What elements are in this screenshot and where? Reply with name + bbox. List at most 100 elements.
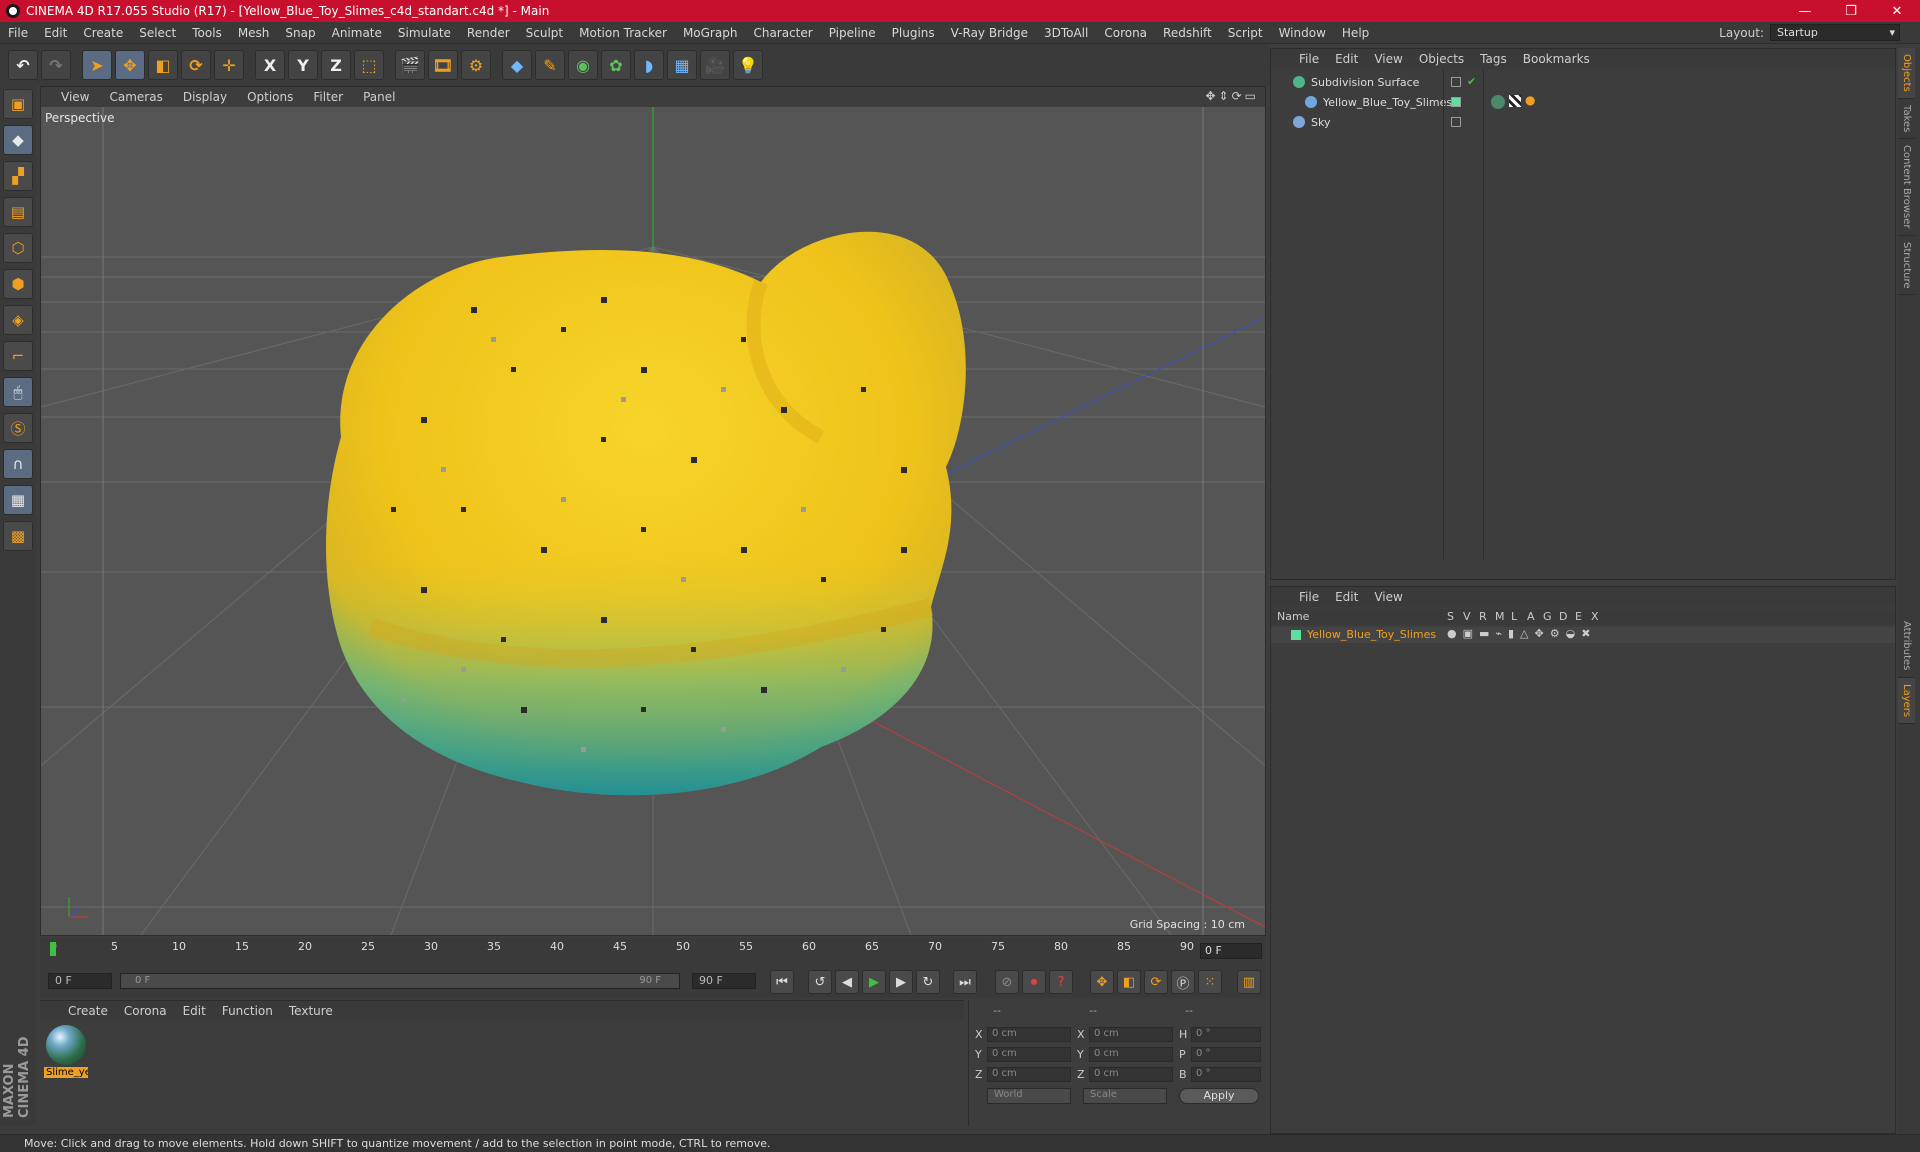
- menu-redshift[interactable]: Redshift: [1155, 26, 1220, 40]
- undo-icon[interactable]: ↶: [8, 50, 38, 80]
- auto-keying-icon[interactable]: ⏺: [1022, 970, 1046, 994]
- menu-character[interactable]: Character: [745, 26, 820, 40]
- menu-render[interactable]: Render: [459, 26, 518, 40]
- planar-workplane-icon[interactable]: ▩: [3, 521, 33, 551]
- camera-icon[interactable]: 🎥: [700, 50, 730, 80]
- material-menu-texture[interactable]: Texture: [281, 1004, 341, 1018]
- object-row-subdivision-surface[interactable]: Subdivision Surface: [1271, 73, 1895, 91]
- layer-col-deformers[interactable]: D: [1559, 610, 1567, 623]
- tab-content-browser[interactable]: Content Browser: [1898, 139, 1915, 236]
- menu-mograph[interactable]: MoGraph: [675, 26, 746, 40]
- coord-system-icon[interactable]: ⬚: [354, 50, 384, 80]
- objects-menu-file[interactable]: File: [1291, 52, 1327, 66]
- menu-create[interactable]: Create: [75, 26, 131, 40]
- workplane-icon[interactable]: ▤: [3, 197, 33, 227]
- subdivision-icon[interactable]: ◉: [568, 50, 598, 80]
- magnet-icon[interactable]: ∩: [3, 449, 33, 479]
- menu-snap[interactable]: Snap: [277, 26, 323, 40]
- layers-menu-view[interactable]: View: [1366, 590, 1410, 604]
- objects-menu-tags[interactable]: Tags: [1472, 52, 1515, 66]
- layer-col-animation[interactable]: A: [1527, 610, 1535, 623]
- menu-corona[interactable]: Corona: [1096, 26, 1155, 40]
- axis-mode-icon[interactable]: ⌐: [3, 341, 33, 371]
- perspective-viewport[interactable]: View Cameras Display Options Filter Pane…: [40, 86, 1266, 936]
- layer-col-name[interactable]: Name: [1277, 610, 1309, 623]
- size-mode-select[interactable]: Scale: [1083, 1088, 1167, 1104]
- model-mode-icon[interactable]: ◆: [3, 125, 33, 155]
- layer-flags-icons[interactable]: ●▣▬⌁▮△✥⚙◒✖: [1447, 627, 1596, 640]
- rotation-h-field[interactable]: 0 °: [1191, 1026, 1261, 1042]
- menu-sculpt[interactable]: Sculpt: [518, 26, 571, 40]
- tab-structure[interactable]: Structure: [1898, 236, 1915, 296]
- viewport-menu-display[interactable]: Display: [173, 90, 237, 104]
- render-view-icon[interactable]: 🎬: [395, 50, 425, 80]
- menu-window[interactable]: Window: [1271, 26, 1334, 40]
- snap-icon[interactable]: Ⓢ: [3, 413, 33, 443]
- position-z-field[interactable]: 0 cm: [987, 1066, 1071, 1082]
- layer-col-solo[interactable]: S: [1447, 610, 1454, 623]
- menu-pipeline[interactable]: Pipeline: [821, 26, 884, 40]
- layers-menu-edit[interactable]: Edit: [1327, 590, 1366, 604]
- select-arrow-icon[interactable]: ➤: [82, 50, 112, 80]
- key-rotation-icon[interactable]: ⟳: [1144, 970, 1168, 994]
- material-menu-create[interactable]: Create: [60, 1004, 116, 1018]
- objects-menu-bookmarks[interactable]: Bookmarks: [1515, 52, 1598, 66]
- viewport-menu-panel[interactable]: Panel: [353, 90, 405, 104]
- move-icon[interactable]: ✥: [115, 50, 145, 80]
- key-parameter-icon[interactable]: Ⓟ: [1171, 970, 1195, 994]
- object-name[interactable]: Subdivision Surface: [1311, 76, 1419, 89]
- play-icon[interactable]: ▶: [862, 970, 886, 994]
- viewport-menu-options[interactable]: Options: [237, 90, 303, 104]
- menu-simulate[interactable]: Simulate: [390, 26, 459, 40]
- deformer-icon[interactable]: ◗: [634, 50, 664, 80]
- apply-button[interactable]: Apply: [1179, 1088, 1259, 1104]
- layer-col-generators[interactable]: G: [1543, 610, 1552, 623]
- enabled-check-icon[interactable]: ✔: [1467, 75, 1476, 88]
- playhead-marker[interactable]: [50, 942, 56, 956]
- move-cursor-icon[interactable]: ✛: [214, 50, 244, 80]
- phong-tag-icon[interactable]: ●: [1525, 93, 1535, 107]
- viewport-menu-filter[interactable]: Filter: [303, 90, 353, 104]
- polygons-mode-icon[interactable]: ◈: [3, 305, 33, 335]
- menu-select[interactable]: Select: [131, 26, 184, 40]
- timeline-ticks[interactable]: 0 5 10 15 20 25 30 35 40 45 50 55 60 65 …: [50, 938, 1194, 966]
- layer-col-xref[interactable]: X: [1591, 610, 1599, 623]
- record-keys-icon[interactable]: ⊘: [995, 970, 1019, 994]
- size-z-field[interactable]: 0 cm: [1089, 1066, 1173, 1082]
- layer-col-render[interactable]: R: [1479, 610, 1487, 623]
- timeline-ruler[interactable]: 0 5 10 15 20 25 30 35 40 45 50 55 60 65 …: [40, 938, 1266, 966]
- visibility-toggle[interactable]: [1451, 117, 1461, 127]
- tab-objects[interactable]: Objects: [1898, 48, 1915, 99]
- tab-attributes[interactable]: Attributes: [1898, 615, 1915, 678]
- menu-vray-bridge[interactable]: V-Ray Bridge: [943, 26, 1036, 40]
- render-settings-icon[interactable]: ⚙: [461, 50, 491, 80]
- layer-col-locked[interactable]: L: [1511, 610, 1517, 623]
- end-frame-field[interactable]: 90 F: [692, 973, 756, 989]
- layer-col-expressions[interactable]: E: [1575, 610, 1582, 623]
- previous-key-icon[interactable]: ↺: [808, 970, 832, 994]
- rotation-b-field[interactable]: 0 °: [1191, 1066, 1261, 1082]
- layers-menu-file[interactable]: File: [1291, 590, 1327, 604]
- layer-row[interactable]: Yellow_Blue_Toy_Slimes ●▣▬⌁▮△✥⚙◒✖: [1271, 627, 1895, 643]
- previous-frame-icon[interactable]: ◀: [835, 970, 859, 994]
- rotate-icon[interactable]: ⟳: [181, 50, 211, 80]
- material-tag-icon[interactable]: [1491, 95, 1505, 109]
- key-scale-icon[interactable]: ◧: [1117, 970, 1141, 994]
- redo-icon[interactable]: ↷: [41, 50, 71, 80]
- viewport-camera-label[interactable]: Perspective: [45, 111, 115, 125]
- x-axis-icon[interactable]: X: [255, 50, 285, 80]
- floor-icon[interactable]: ▦: [667, 50, 697, 80]
- start-frame-field[interactable]: 0 F: [48, 973, 112, 989]
- next-key-icon[interactable]: ↻: [916, 970, 940, 994]
- minimize-button[interactable]: —: [1782, 4, 1828, 19]
- material-menu-corona[interactable]: Corona: [116, 1004, 175, 1018]
- cube-icon[interactable]: ◆: [502, 50, 532, 80]
- menu-motion-tracker[interactable]: Motion Tracker: [571, 26, 675, 40]
- object-name[interactable]: Yellow_Blue_Toy_Slimes: [1323, 96, 1452, 109]
- render-picture-viewer-icon[interactable]: 🎞: [428, 50, 458, 80]
- light-icon[interactable]: 💡: [733, 50, 763, 80]
- menu-animate[interactable]: Animate: [324, 26, 390, 40]
- menu-file[interactable]: File: [0, 26, 36, 40]
- keyframe-selection-icon[interactable]: ?: [1049, 970, 1073, 994]
- layer-col-manager[interactable]: M: [1495, 610, 1505, 623]
